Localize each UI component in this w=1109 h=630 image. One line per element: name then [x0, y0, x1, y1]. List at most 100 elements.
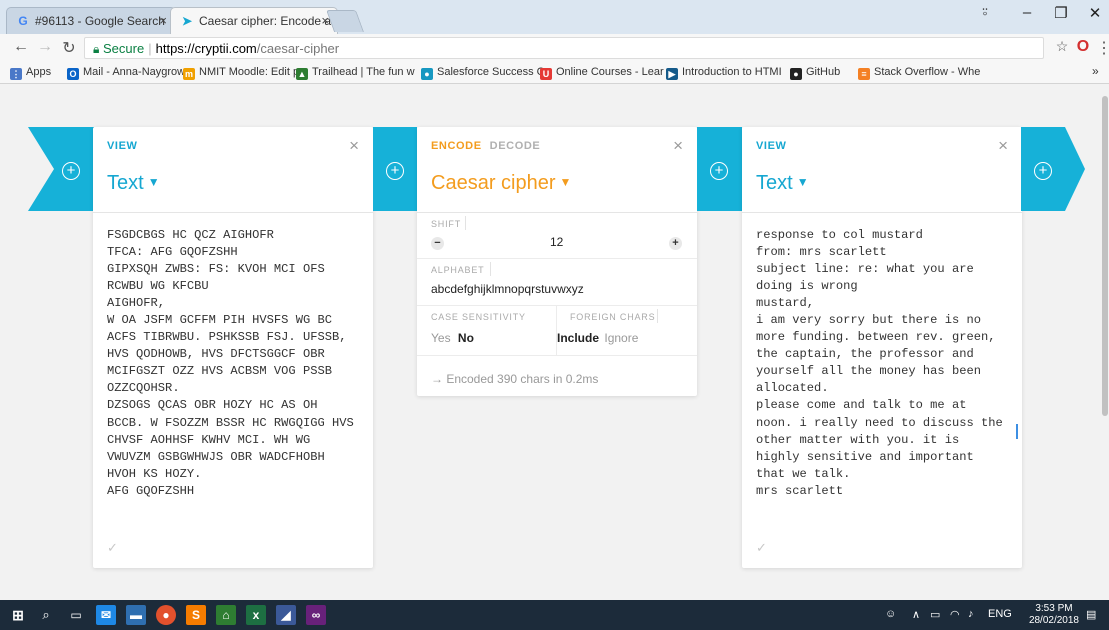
- view-card-output: VIEW × Text ▼ response to col mustard fro…: [742, 127, 1022, 568]
- bookmark-salesforce[interactable]: ● Salesforce Success C: [421, 66, 545, 80]
- forward-icon[interactable]: →: [36, 38, 54, 56]
- lock-icon: 🔒︎: [93, 42, 100, 56]
- volume-icon[interactable]: ♪: [968, 608, 974, 620]
- shift-field: SHIFT − 12 +: [417, 213, 697, 259]
- shift-value[interactable]: 12: [550, 235, 563, 249]
- maximize-icon[interactable]: ❐: [1046, 4, 1076, 22]
- foreign-chars-toggle[interactable]: Include Ignore: [557, 331, 638, 345]
- moodle-icon: m: [183, 68, 195, 80]
- case-no-option[interactable]: No: [458, 331, 474, 345]
- secure-label: Secure: [103, 41, 145, 56]
- add-brick-icon[interactable]: +: [1034, 162, 1052, 180]
- minimize-icon[interactable]: –: [1012, 4, 1042, 21]
- url-host: https://cryptii.com: [155, 41, 257, 56]
- alphabet-field: ALPHABET abcdefghijklmnopqrstuvwxyz: [417, 259, 697, 306]
- foreign-ignore-option[interactable]: Ignore: [604, 331, 638, 345]
- add-brick-icon[interactable]: +: [710, 162, 728, 180]
- close-icon[interactable]: ×: [349, 136, 359, 156]
- bookmark-moodle[interactable]: m NMIT Moodle: Edit p: [183, 66, 299, 80]
- bookmark-trailhead[interactable]: ▲ Trailhead | The fun w: [296, 66, 415, 80]
- tab-label: Caesar cipher: Encode an: [199, 14, 338, 28]
- bookmark-star-icon[interactable]: ☆: [1053, 38, 1071, 55]
- battery-icon[interactable]: ▭: [930, 608, 940, 621]
- menu-icon[interactable]: ⋮: [1095, 38, 1109, 58]
- ciphertext-area[interactable]: FSGDCBGS HC QCZ AIGHOFR TFCA: AFG GQOFZS…: [107, 227, 367, 500]
- visual-studio-icon[interactable]: ∞: [306, 605, 326, 625]
- card-label: VIEW: [756, 140, 787, 152]
- bookmark-html-intro[interactable]: ▶ Introduction to HTMI: [666, 66, 782, 80]
- tab-google-search[interactable]: G #96113 - Google Search ×: [6, 7, 176, 34]
- bookmark-apps[interactable]: ⋮ Apps: [10, 66, 51, 80]
- language-indicator[interactable]: ENG: [988, 608, 1012, 620]
- pipe-connector-left: [28, 127, 94, 211]
- more-bookmarks-icon[interactable]: »: [1092, 64, 1099, 78]
- video-icon: ▶: [666, 68, 678, 80]
- plaintext-area[interactable]: response to col mustard from: mrs scarle…: [756, 227, 1016, 500]
- stackoverflow-icon: ≡: [858, 68, 870, 80]
- system-clock[interactable]: 3:53 PM 28/02/2018: [1029, 603, 1079, 627]
- tab-caesar-cipher[interactable]: ➤ Caesar cipher: Encode an ×: [170, 7, 338, 34]
- check-icon: ✓: [756, 540, 767, 555]
- reload-icon[interactable]: ↻: [60, 38, 78, 58]
- tab-decode[interactable]: DECODE: [490, 140, 541, 152]
- tab-label: #96113 - Google Search: [35, 14, 165, 28]
- bookmark-stackoverflow[interactable]: ≡ Stack Overflow - Whe: [858, 66, 980, 80]
- outlook-icon[interactable]: ✉: [96, 605, 116, 625]
- windows-start-icon[interactable]: ⊞: [8, 605, 28, 625]
- add-brick-icon[interactable]: +: [62, 162, 80, 180]
- encode-status: → Encoded 390 chars in 0.2ms: [431, 372, 599, 386]
- shift-decrement-button[interactable]: −: [431, 237, 444, 250]
- tab-close-icon[interactable]: ×: [159, 13, 167, 28]
- foreign-include-option[interactable]: Include: [557, 331, 599, 345]
- task-view-icon[interactable]: ▭: [66, 605, 86, 625]
- chevron-down-icon: ▼: [147, 175, 160, 189]
- scrollbar-thumb[interactable]: [1102, 96, 1108, 416]
- people-icon[interactable]: ☺: [885, 608, 896, 620]
- close-icon[interactable]: ×: [998, 136, 1008, 156]
- tab-encode[interactable]: ENCODE: [431, 140, 482, 152]
- google-icon: G: [18, 14, 28, 28]
- apps-icon: ⋮: [10, 68, 22, 80]
- cipher-selector[interactable]: Caesar cipher ▼: [431, 172, 571, 195]
- back-icon[interactable]: ←: [12, 38, 30, 56]
- case-yes-option[interactable]: Yes: [431, 331, 451, 345]
- chrome-icon[interactable]: ●: [156, 605, 176, 625]
- chevron-down-icon: ▼: [796, 175, 809, 189]
- alphabet-input[interactable]: abcdefghijklmnopqrstuvwxyz: [431, 282, 584, 296]
- outlook-icon: O: [67, 68, 79, 80]
- url-field[interactable]: 🔒︎ Secure | https://cryptii.com/caesar-cip…: [84, 37, 1044, 59]
- app-icon[interactable]: ⌂: [216, 605, 236, 625]
- profile-icon[interactable]: ⍤: [970, 4, 1000, 21]
- caesar-cipher-card: ENCODE DECODE × Caesar cipher ▼ SHIFT − 12…: [417, 127, 697, 396]
- add-brick-icon[interactable]: +: [386, 162, 404, 180]
- wifi-icon[interactable]: ◠: [950, 608, 960, 621]
- address-bar-row: ← → ↻ 🔒︎ Secure | https://cryptii.com/caes…: [0, 34, 1109, 62]
- bookmark-mail[interactable]: O Mail - Anna-Naygrow: [67, 66, 185, 80]
- chevron-down-icon: ▼: [559, 175, 572, 189]
- bookmark-udemy[interactable]: U Online Courses - Lear: [540, 66, 664, 80]
- case-sensitivity-toggle[interactable]: Yes No: [431, 331, 474, 345]
- excel-icon[interactable]: x: [246, 605, 266, 625]
- file-explorer-icon[interactable]: ▬: [126, 605, 146, 625]
- pipe-connector-right: [1021, 127, 1085, 211]
- trailhead-icon: ▲: [296, 68, 308, 80]
- notifications-icon[interactable]: ▤: [1086, 608, 1096, 621]
- close-icon[interactable]: ×: [673, 136, 683, 156]
- page-scrollbar[interactable]: [1101, 84, 1109, 600]
- search-icon[interactable]: ⌕: [36, 605, 56, 625]
- close-window-icon[interactable]: ✕: [1080, 4, 1109, 22]
- app-icon[interactable]: ◢: [276, 605, 296, 625]
- tray-expand-icon[interactable]: ∧: [912, 608, 920, 621]
- format-selector[interactable]: Text ▼: [756, 172, 809, 195]
- sublime-icon[interactable]: S: [186, 605, 206, 625]
- format-selector[interactable]: Text ▼: [107, 172, 160, 195]
- cryptii-page: + VIEW × Text ▼ FSGDCBGS HC QCZ AIGHOFR T…: [0, 84, 1109, 600]
- clock-date: 28/02/2018: [1028, 615, 1079, 626]
- opera-extension-icon[interactable]: O: [1074, 38, 1092, 56]
- shift-label: SHIFT: [431, 219, 461, 229]
- shift-increment-button[interactable]: +: [669, 237, 682, 250]
- bookmark-github[interactable]: ● GitHub: [790, 66, 840, 80]
- salesforce-icon: ●: [421, 68, 433, 80]
- text-cursor: [1016, 424, 1018, 439]
- url-path: /caesar-cipher: [256, 41, 340, 56]
